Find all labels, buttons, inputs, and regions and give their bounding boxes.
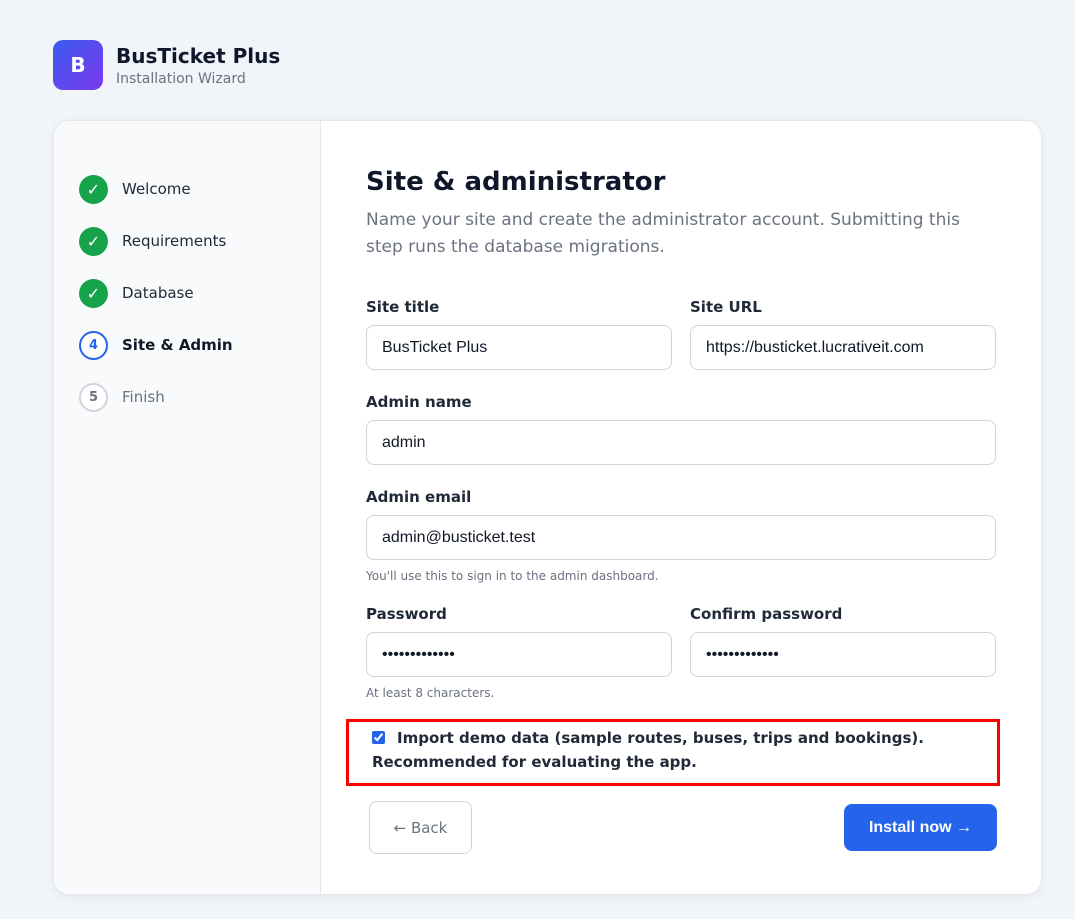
site-title-input[interactable] (366, 325, 672, 370)
page-description: Name your site and create the administra… (366, 210, 960, 257)
password-row: Password At least 8 characters. Confirm … (366, 605, 996, 700)
install-button[interactable]: Install now → (844, 804, 997, 851)
step-welcome: ✓ Welcome (54, 163, 320, 215)
steps-sidebar: ✓ Welcome ✓ Requirements ✓ Database 4 Si… (54, 121, 321, 894)
step-number: 4 (79, 330, 108, 360)
admin-email-input[interactable] (366, 515, 996, 560)
site-title-label: Site title (366, 298, 440, 316)
step-finish: 5 Finish (54, 371, 320, 423)
demo-data-checkbox[interactable] (372, 731, 385, 744)
check-icon: ✓ (79, 226, 108, 256)
password-hint: At least 8 characters. (366, 686, 495, 700)
demo-data-option[interactable]: Import demo data (sample routes, buses, … (346, 719, 1000, 786)
brand-text: BusTicket Plus Installation Wizard (116, 43, 280, 87)
step-requirements: ✓ Requirements (54, 215, 320, 267)
admin-name-field: Admin name (366, 393, 996, 465)
password-field: Password At least 8 characters. (366, 605, 672, 700)
step-label: Site & Admin (122, 336, 233, 354)
app-subtitle: Installation Wizard (116, 71, 246, 87)
admin-name-label: Admin name (366, 393, 472, 411)
password-input[interactable] (366, 632, 672, 677)
confirm-password-field: Confirm password (690, 605, 996, 700)
admin-email-label: Admin email (366, 488, 472, 506)
admin-email-hint: You'll use this to sign in to the admin … (366, 569, 659, 583)
app-logo: B (53, 40, 103, 90)
step-site-admin: 4 Site & Admin (54, 319, 320, 371)
wizard-card: ✓ Welcome ✓ Requirements ✓ Database 4 Si… (53, 120, 1042, 895)
admin-name-input[interactable] (366, 420, 996, 465)
step-label: Welcome (122, 180, 191, 198)
step-label: Finish (122, 388, 165, 406)
confirm-password-input[interactable] (690, 632, 996, 677)
site-title-field: Site title (366, 298, 672, 370)
brand-header: B BusTicket Plus Installation Wizard (53, 40, 280, 90)
check-icon: ✓ (79, 174, 108, 204)
step-label: Database (122, 284, 194, 302)
site-row: Site title Site URL (366, 298, 996, 370)
app-name: BusTicket Plus (116, 44, 281, 68)
admin-email-field: Admin email You'll use this to sign in t… (366, 488, 996, 583)
site-url-field: Site URL (690, 298, 996, 370)
step-database: ✓ Database (54, 267, 320, 319)
password-label: Password (366, 605, 447, 623)
page-title: Site & administrator (366, 167, 666, 197)
demo-data-label: Import demo data (sample routes, buses, … (372, 729, 924, 771)
step-number: 5 (79, 382, 108, 412)
site-url-input[interactable] (690, 325, 996, 370)
confirm-password-label: Confirm password (690, 605, 843, 623)
check-icon: ✓ (79, 278, 108, 308)
back-button[interactable]: ← Back (369, 801, 472, 854)
site-url-label: Site URL (690, 298, 762, 316)
step-label: Requirements (122, 232, 227, 250)
